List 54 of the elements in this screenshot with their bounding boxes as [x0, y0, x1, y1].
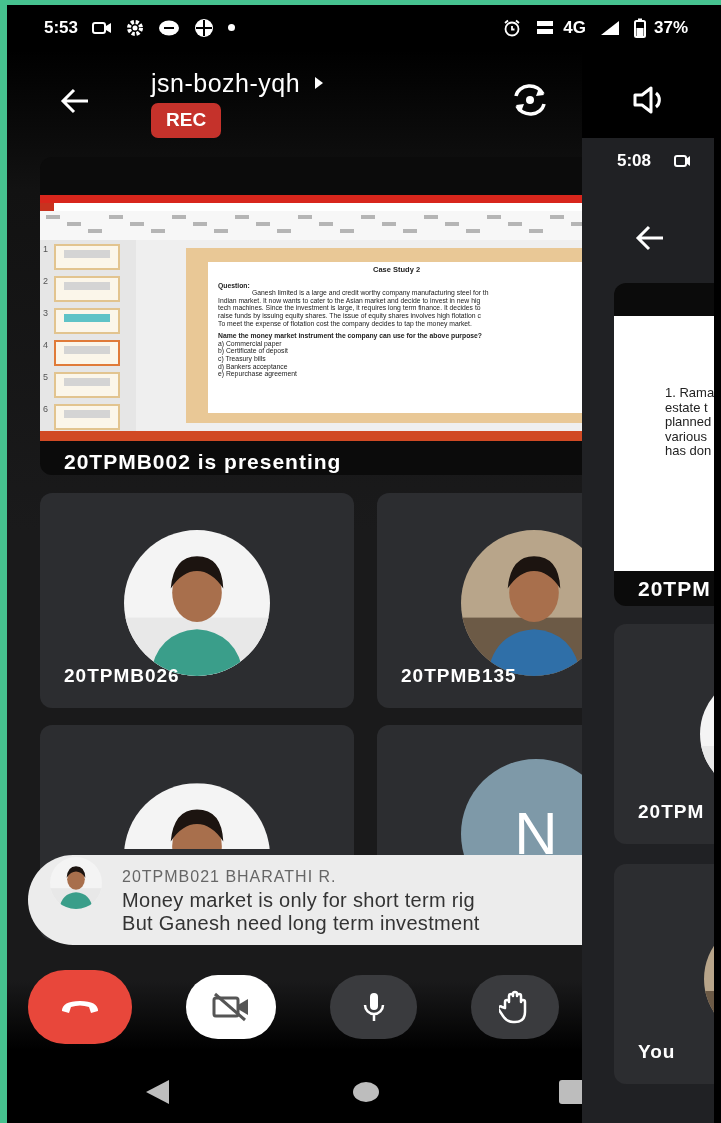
- video-camera-icon: [674, 153, 691, 168]
- battery-icon: [633, 17, 646, 38]
- participant-tile[interactable]: You: [614, 864, 714, 1084]
- slide-thumbnail[interactable]: [54, 308, 120, 334]
- slide-thumbnail[interactable]: [54, 372, 120, 398]
- triangle-right-icon: [314, 76, 325, 90]
- slide-number: 4: [43, 340, 49, 352]
- slide-text-line: estate t: [665, 400, 709, 415]
- back-arrow-icon[interactable]: [60, 86, 90, 116]
- video-camera-icon: [92, 20, 113, 35]
- camera-off-icon: [211, 992, 251, 1022]
- status-time: 5:53: [44, 16, 79, 39]
- slide-number: 5: [43, 372, 49, 384]
- slide-text-line: various: [665, 429, 707, 444]
- slide-number: 6: [43, 404, 49, 416]
- battery-level: 37%: [653, 16, 688, 39]
- presenter-caption: 20TPM: [637, 576, 712, 602]
- presenter-caption: 20TPMB002 is presenting: [63, 449, 343, 475]
- meeting-title[interactable]: jsn-bozh-yqh: [151, 68, 301, 98]
- participant-tile[interactable]: 20TPM: [614, 624, 714, 844]
- sender-name: 20TPMB021 BHARATHI R.: [122, 867, 338, 887]
- oval-badge-icon: [158, 19, 181, 36]
- switch-camera-icon[interactable]: [511, 84, 549, 116]
- recording-badge: REC: [151, 103, 222, 138]
- participant-name: You: [638, 1039, 676, 1064]
- slide-text-line: 1. Rama: [665, 386, 714, 401]
- slide-number: 2: [43, 276, 49, 288]
- message-line: But Ganesh need long term investment: [122, 912, 480, 935]
- status-time: 5:08: [617, 149, 652, 172]
- chat-notification[interactable]: 20TPMB021 BHARATHI R. Money market is only for short term rig But Ganesh need long term investment: [28, 855, 582, 945]
- back-nav-icon[interactable]: [145, 1079, 169, 1105]
- hang-up-icon: [60, 999, 100, 1015]
- home-nav-icon[interactable]: [353, 1081, 379, 1103]
- slide-text-line: has don: [665, 444, 713, 459]
- settings-icon: [126, 18, 145, 37]
- participant-name: 20TPM: [638, 799, 705, 824]
- slide-number: 1: [43, 244, 49, 256]
- slide-thumbnail[interactable]: [54, 244, 120, 270]
- participant-tile[interactable]: 20TPMB135: [377, 493, 582, 708]
- participant-tile[interactable]: 20TPMB026: [40, 493, 354, 708]
- participant-name: 20TPMB135: [401, 663, 517, 688]
- grid-circle-icon: [194, 17, 215, 38]
- signal-icon: [599, 19, 620, 36]
- back-arrow-icon[interactable]: [635, 223, 665, 253]
- slide-thumbnail[interactable]: [54, 404, 120, 430]
- slide-thumbnail[interactable]: [54, 340, 120, 366]
- participant-name: 20TPMB026: [64, 663, 180, 688]
- alarm-icon: [503, 18, 522, 37]
- message-line: Money market is only for short term rig: [122, 889, 476, 912]
- slide-thumbnail[interactable]: [54, 276, 120, 302]
- slide-number: 3: [43, 308, 49, 320]
- slide-text-line: planned: [665, 415, 713, 430]
- dot-icon: [228, 24, 236, 31]
- network-type: 4G: [563, 16, 586, 39]
